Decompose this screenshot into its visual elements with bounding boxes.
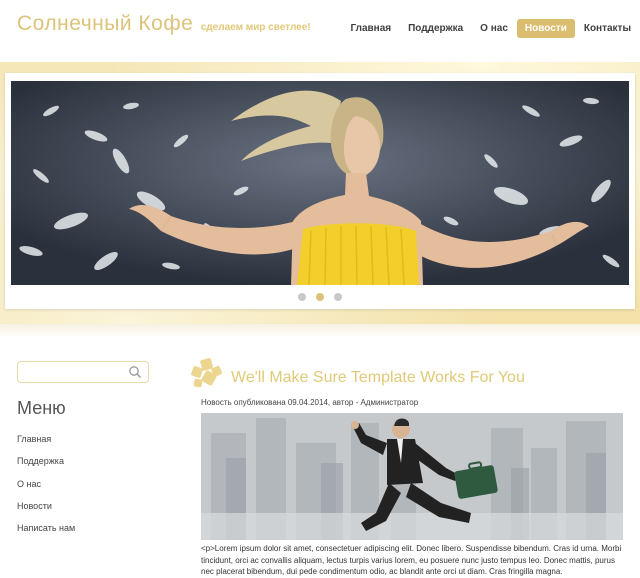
post-image <box>201 413 623 540</box>
site-header: Солнечный Кофе сделаем мир светлее! Глав… <box>0 0 640 62</box>
sidebar-item-support[interactable]: Поддержка <box>17 456 75 478</box>
search-box <box>17 361 149 383</box>
brand[interactable]: Солнечный Кофе сделаем мир светлее! <box>17 12 311 36</box>
woman-with-feathers-image <box>11 81 629 285</box>
post-title[interactable]: We'll Make Sure Template Works For You <box>231 369 525 387</box>
slider-dot-3[interactable] <box>334 293 342 301</box>
band-shadow <box>0 324 640 338</box>
slider-frame <box>5 73 635 309</box>
running-businessman-image <box>201 413 623 540</box>
sidebar-item-news[interactable]: Новости <box>17 501 75 523</box>
post-body: <p>Lorem ipsum dolor sit amet, consectet… <box>201 544 622 576</box>
main-nav: Главная Поддержка О нас Новости Контакты <box>341 19 639 38</box>
slide-image[interactable] <box>11 81 629 285</box>
search-icon[interactable] <box>128 365 142 379</box>
slider-dot-2[interactable] <box>316 293 324 301</box>
nav-item-news[interactable]: Новости <box>516 19 575 38</box>
slider-dot-1[interactable] <box>298 293 306 301</box>
search-input[interactable] <box>18 363 135 382</box>
post-meta: Новость опубликована 09.04.2014, автор -… <box>201 398 419 407</box>
sidebar-menu: Главная Поддержка О нас Новости Написать… <box>17 434 75 545</box>
nav-item-support[interactable]: Поддержка <box>400 19 471 38</box>
nav-item-home[interactable]: Главная <box>342 19 399 38</box>
menu-heading: Меню <box>17 398 66 418</box>
slider-pagination <box>5 293 635 301</box>
site-title[interactable]: Солнечный Кофе <box>17 12 193 35</box>
sidebar-item-home[interactable]: Главная <box>17 434 75 456</box>
sidebar-item-about[interactable]: О нас <box>17 479 75 501</box>
slider-band <box>0 62 640 324</box>
sidebar-item-write-us[interactable]: Написать нам <box>17 523 75 545</box>
nav-item-about[interactable]: О нас <box>472 19 516 38</box>
site-slogan: сделаем мир светлее! <box>200 22 311 33</box>
coffee-beans-icon <box>191 358 222 388</box>
nav-item-contacts[interactable]: Контакты <box>576 19 639 38</box>
